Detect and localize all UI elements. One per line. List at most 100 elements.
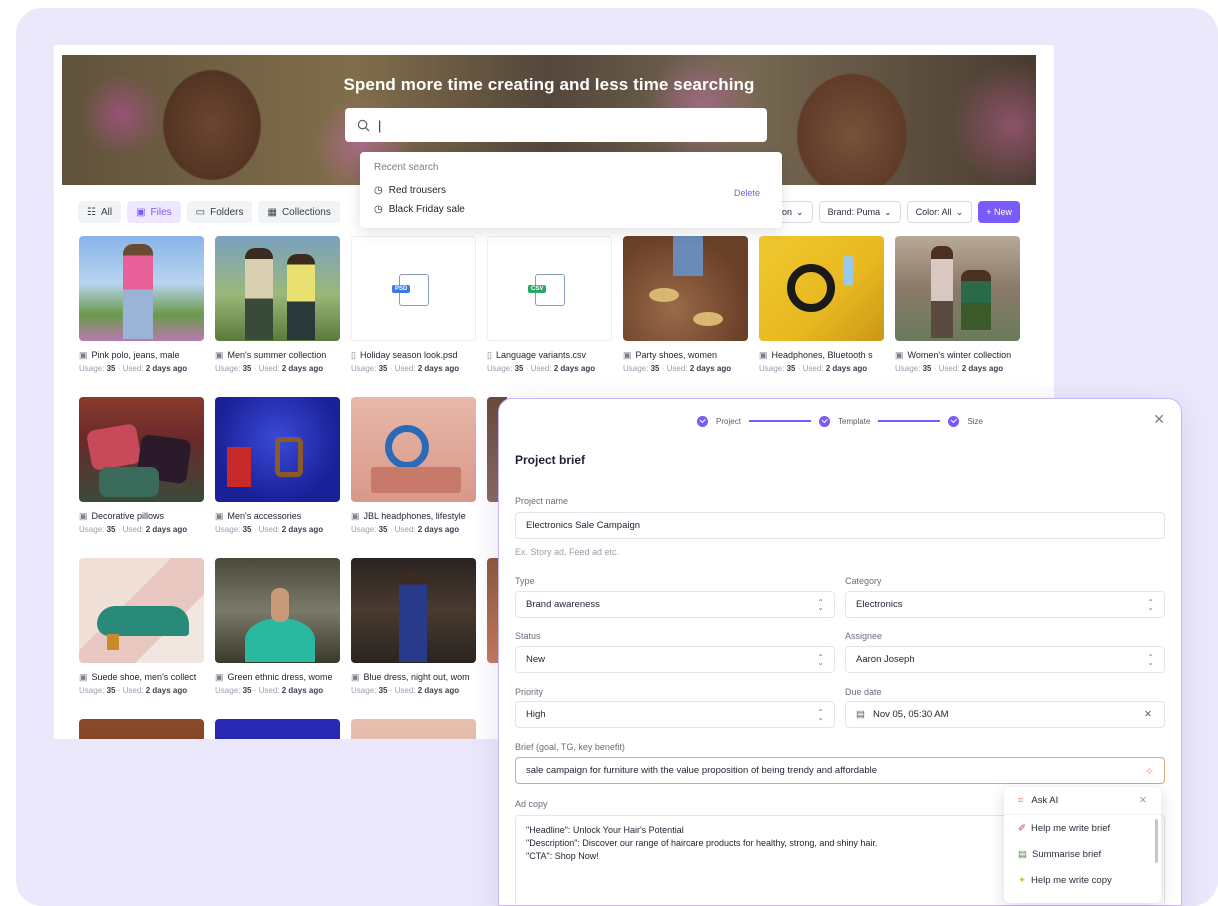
asset-card[interactable]: PSD ▯ Holiday season look.psd Usage: 35 ·… (351, 236, 476, 373)
tab-collections[interactable]: ▦ Collections (258, 201, 340, 223)
updown-icon: ⌃ ⌄ (817, 653, 824, 667)
image-icon: ▣ (215, 511, 224, 521)
asset-thumbnail (79, 397, 204, 502)
asset-thumbnail (215, 397, 340, 502)
asset-name: Women's winter collection (907, 350, 1012, 360)
new-button[interactable]: + New (978, 201, 1020, 223)
folder-icon: ▭ (195, 206, 206, 218)
asset-card[interactable]: ▣ Pink polo, jeans, male Usage: 35 · Used… (79, 236, 204, 373)
asset-thumbnail: CSV (487, 236, 612, 341)
step-size[interactable]: Size (967, 417, 983, 426)
clear-icon[interactable]: ✕ (1144, 709, 1152, 720)
search-input[interactable]: | (345, 108, 767, 142)
ai-logo-icon: ⌗ (1018, 795, 1024, 806)
asset-card[interactable]: CSV ▯ Language variants.csv Usage: 35 · U… (487, 236, 612, 373)
asset-card[interactable] (215, 719, 340, 739)
asset-card[interactable]: ▣ Green ethnic dress, wome Usage: 35 · Us… (215, 558, 340, 695)
tab-folders[interactable]: ▭ Folders (186, 201, 253, 223)
asset-card[interactable]: ▣ Suede shoe, men's collect Usage: 35 · U… (79, 558, 204, 695)
ai-option-write-brief[interactable]: ✐ Help me write brief (1004, 815, 1161, 841)
tab-files[interactable]: ▣ Files (127, 201, 181, 223)
category-select[interactable]: Electronics ⌃ ⌄ (845, 591, 1165, 618)
type-select[interactable]: Brand awareness ⌃ ⌄ (515, 591, 835, 618)
check-icon (697, 415, 709, 427)
step-project[interactable]: Project (716, 417, 741, 426)
asset-meta: Usage: 35 · Used: 2 days ago (215, 686, 324, 695)
asset-thumbnail (351, 719, 476, 739)
view-tabs: ☷ All ▣ Files ▭ Folders ▦ Collections (78, 201, 340, 223)
brand-filter[interactable]: Brand: Puma ⌄ (818, 201, 901, 223)
asset-card[interactable] (351, 719, 476, 739)
asset-name: JBL headphones, lifestyle (363, 511, 466, 521)
scrollbar[interactable] (1155, 819, 1158, 863)
clock-icon: ◷ (374, 204, 383, 215)
priority-label: Priority (515, 687, 544, 697)
step-connector (878, 420, 941, 422)
status-select[interactable]: New ⌃ ⌄ (515, 646, 835, 673)
asset-meta: Usage: 35 · Used: 2 days ago (623, 364, 732, 373)
psd-file-icon: PSD (392, 274, 429, 306)
asset-name: Holiday season look.psd (359, 350, 458, 360)
image-icon: ▣ (759, 350, 768, 360)
asset-name: Green ethnic dress, wome (227, 672, 333, 682)
asset-card[interactable]: ▣ Men's accessories Usage: 35 · Used: 2 d… (215, 397, 340, 534)
assignee-select[interactable]: Aaron Joseph ⌃ ⌄ (845, 646, 1165, 673)
status-label: Status (515, 631, 541, 641)
close-icon[interactable]: ✕ (1153, 411, 1165, 428)
asset-thumbnail (759, 236, 884, 341)
file-icon: ▯ (351, 350, 356, 360)
asset-card[interactable]: ▣ Party shoes, women Usage: 35 · Used: 2 … (623, 236, 748, 373)
modal-title: Project brief (515, 453, 586, 467)
image-icon: ▣ (895, 350, 904, 360)
ai-option-write-copy[interactable]: ✦ Help me write copy (1004, 867, 1161, 893)
due-date-label: Due date (845, 687, 882, 697)
recent-search-item[interactable]: ◷ Black Friday sale (374, 204, 768, 215)
color-filter[interactable]: Color: All ⌄ (906, 201, 973, 223)
asset-thumbnail (351, 558, 476, 663)
image-icon: ▣ (351, 511, 360, 521)
asset-meta: Usage: 35 · Used: 2 days ago (215, 364, 324, 373)
asset-thumbnail (351, 397, 476, 502)
ai-option-summarise[interactable]: ▤ Summarise brief (1004, 841, 1161, 867)
asset-card[interactable]: ▣ Decorative pillows Usage: 35 · Used: 2 … (79, 397, 204, 534)
collection-icon: ▦ (267, 206, 277, 218)
asset-card[interactable]: ▣ JBL headphones, lifestyle Usage: 35 · U… (351, 397, 476, 534)
brief-field[interactable]: sale campaign for furniture with the val… (515, 757, 1165, 784)
asset-card[interactable]: ▣ Men's summer collection Usage: 35 · Use… (215, 236, 340, 373)
delete-recent-link[interactable]: Delete (734, 188, 760, 198)
updown-icon: ⌃ ⌄ (817, 708, 824, 722)
image-icon: ▣ (79, 350, 88, 360)
project-name-field[interactable]: Electronics Sale Campaign (515, 512, 1165, 539)
asset-meta: Usage: 35 · Used: 2 days ago (79, 525, 188, 534)
image-icon: ▣ (79, 511, 88, 521)
updown-icon: ⌃ ⌄ (1147, 598, 1154, 612)
brief-label: Brief (goal, TG, key benefit) (515, 742, 625, 752)
project-name-hint: Ex. Story ad, Feed ad etc. (515, 547, 620, 557)
tab-all[interactable]: ☷ All (78, 201, 122, 223)
asset-thumbnail (215, 558, 340, 663)
asset-card[interactable]: ▣ Women's winter collection Usage: 35 · U… (895, 236, 1020, 373)
csv-file-icon: CSV (528, 274, 565, 306)
bulb-icon: ✦ (1018, 874, 1026, 886)
summary-icon: ▤ (1018, 848, 1027, 860)
asset-name: Men's summer collection (227, 350, 327, 360)
priority-select[interactable]: High ⌃ ⌄ (515, 701, 835, 728)
asset-card[interactable] (79, 719, 204, 739)
due-date-field[interactable]: ▤ Nov 05, 05:30 AM ✕ (845, 701, 1165, 728)
recent-search-heading: Recent search (374, 162, 439, 173)
asset-thumbnail (79, 558, 204, 663)
step-template[interactable]: Template (838, 417, 870, 426)
asset-name: Headphones, Bluetooth s (771, 350, 873, 360)
search-icon (357, 119, 370, 131)
chevron-down-icon: ⌄ (955, 206, 964, 217)
asset-meta: Usage: 35 · Used: 2 days ago (351, 364, 460, 373)
asset-thumbnail: PSD (351, 236, 476, 341)
close-icon[interactable]: ✕ (1139, 795, 1147, 806)
asset-card[interactable]: ▣ Headphones, Bluetooth s Usage: 35 · Use… (759, 236, 884, 373)
asset-thumbnail (215, 236, 340, 341)
sparkle-icon[interactable]: ✧ (1145, 765, 1154, 778)
recent-search-item[interactable]: ◷ Red trousers (374, 185, 768, 196)
type-label: Type (515, 576, 535, 586)
asset-thumbnail (895, 236, 1020, 341)
asset-card[interactable]: ▣ Blue dress, night out, wom Usage: 35 · … (351, 558, 476, 695)
